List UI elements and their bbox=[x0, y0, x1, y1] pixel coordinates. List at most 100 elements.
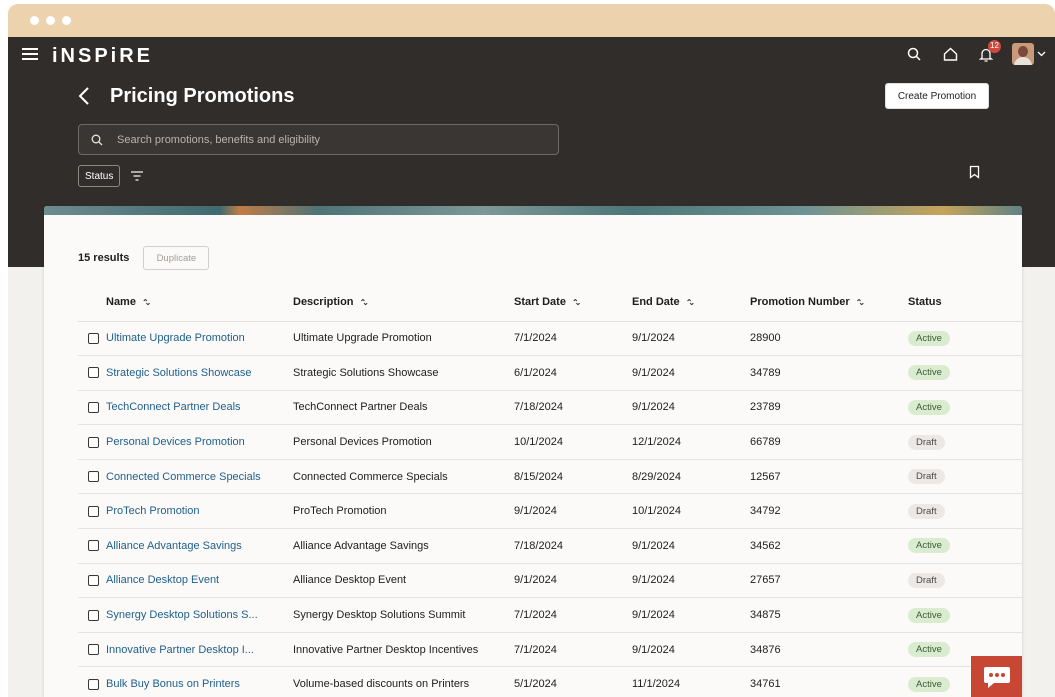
row-checkbox[interactable] bbox=[88, 402, 99, 414]
promotion-name-link[interactable]: Ultimate Upgrade Promotion bbox=[106, 332, 245, 344]
column-start-date-header[interactable]: Start Date ⌃⌄ bbox=[514, 284, 632, 322]
browser-window: iNSPiRE 12 Pricing Promotions Create Pro… bbox=[8, 4, 1055, 697]
sort-icon[interactable]: ⌃⌄ bbox=[142, 298, 152, 307]
row-checkbox[interactable] bbox=[88, 505, 99, 517]
description-cell: Ultimate Upgrade Promotion bbox=[293, 321, 514, 357]
promotion-name-link[interactable]: TechConnect Partner Deals bbox=[106, 401, 241, 413]
sort-icon[interactable]: ⌃⌄ bbox=[856, 298, 866, 307]
end-date-cell: 9/1/2024 bbox=[632, 632, 750, 668]
promotion-name-link[interactable]: Personal Devices Promotion bbox=[106, 436, 245, 448]
column-header-label: Start Date bbox=[514, 296, 566, 309]
user-menu[interactable] bbox=[1011, 43, 1047, 65]
promotion-number-cell: 34792 bbox=[750, 493, 908, 530]
name-cell: ProTech Promotion bbox=[78, 493, 293, 530]
end-date-cell: 10/1/2024 bbox=[632, 493, 750, 530]
sort-icon[interactable]: ⌃⌄ bbox=[572, 298, 582, 307]
promotions-table: Name ⌃⌄ Description ⌃⌄ Start Date ⌃⌄ End Date ⌃… bbox=[78, 284, 1022, 697]
create-promotion-button[interactable]: Create Promotion bbox=[885, 83, 989, 109]
bookmark-icon[interactable] bbox=[969, 165, 980, 184]
search-input[interactable] bbox=[117, 133, 537, 146]
window-dot[interactable] bbox=[46, 16, 55, 25]
status-badge: Active bbox=[908, 676, 950, 692]
row-checkbox[interactable] bbox=[88, 678, 99, 690]
sort-icon[interactable]: ⌃⌄ bbox=[360, 298, 370, 307]
description-cell: Innovative Partner Desktop Incentives bbox=[293, 632, 514, 668]
table-row: Connected Commerce Specials Connected Com… bbox=[78, 459, 1022, 495]
column-description-header[interactable]: Description ⌃⌄ bbox=[293, 284, 514, 322]
table-row: ProTech Promotion ProTech Promotion 9/1/20… bbox=[78, 493, 1022, 530]
description-cell: Alliance Advantage Savings bbox=[293, 528, 514, 564]
promotion-name-link[interactable]: Bulk Buy Bonus on Printers bbox=[106, 678, 240, 690]
promotion-name-link[interactable]: Alliance Advantage Savings bbox=[106, 540, 242, 552]
search-icon[interactable] bbox=[903, 43, 925, 65]
bell-icon[interactable]: 12 bbox=[975, 40, 1001, 65]
description-cell: Strategic Solutions Showcase bbox=[293, 355, 514, 391]
status-cell: Active bbox=[908, 355, 1022, 391]
window-titlebar bbox=[8, 4, 1055, 37]
window-dot[interactable] bbox=[62, 16, 71, 25]
table-row: Strategic Solutions Showcase Strategic So… bbox=[78, 355, 1022, 391]
page-title: Pricing Promotions bbox=[110, 84, 295, 107]
status-badge: Draft bbox=[908, 503, 945, 519]
row-checkbox[interactable] bbox=[88, 367, 99, 379]
status-filter-chip[interactable]: Status bbox=[78, 165, 121, 187]
column-promotion-number-header[interactable]: Promotion Number ⌃⌄ bbox=[750, 284, 908, 322]
page-header: Pricing Promotions bbox=[78, 84, 294, 108]
status-badge: Active bbox=[908, 399, 950, 415]
promotion-name-link[interactable]: Alliance Desktop Event bbox=[106, 574, 219, 586]
status-badge: Draft bbox=[908, 572, 945, 588]
app-bar-actions: 12 bbox=[903, 40, 1047, 65]
chevron-left-icon[interactable] bbox=[78, 84, 96, 108]
column-name-header[interactable]: Name ⌃⌄ bbox=[78, 284, 293, 322]
status-cell: Active bbox=[908, 528, 1022, 564]
name-cell: Alliance Desktop Event bbox=[78, 563, 293, 599]
row-checkbox[interactable] bbox=[88, 575, 99, 587]
hamburger-icon[interactable] bbox=[22, 48, 38, 62]
app-bar: iNSPiRE 12 bbox=[8, 37, 1055, 75]
promotion-name-link[interactable]: Connected Commerce Specials bbox=[106, 471, 261, 483]
column-end-date-header[interactable]: End Date ⌃⌄ bbox=[632, 284, 750, 322]
row-checkbox[interactable] bbox=[88, 436, 99, 448]
promotion-number-cell: 34789 bbox=[750, 355, 908, 391]
results-count: 15 results bbox=[78, 252, 130, 264]
sort-icon[interactable]: ⌃⌄ bbox=[686, 298, 696, 307]
row-checkbox[interactable] bbox=[88, 332, 99, 344]
row-checkbox[interactable] bbox=[88, 540, 99, 552]
column-header-label: Name bbox=[106, 296, 136, 309]
description-cell: Personal Devices Promotion bbox=[293, 424, 514, 460]
name-cell: Synergy Desktop Solutions S... bbox=[78, 597, 293, 633]
start-date-cell: 6/1/2024 bbox=[514, 355, 632, 391]
window-dot[interactable] bbox=[30, 16, 39, 25]
start-date-cell: 8/15/2024 bbox=[514, 459, 632, 495]
table-row: Bulk Buy Bonus on Printers Volume-based d… bbox=[78, 666, 1022, 697]
filter-icon[interactable] bbox=[130, 169, 144, 187]
end-date-cell: 8/29/2024 bbox=[632, 459, 750, 495]
row-checkbox[interactable] bbox=[88, 471, 99, 483]
table-row: Ultimate Upgrade Promotion Ultimate Upgra… bbox=[78, 321, 1022, 357]
description-cell: ProTech Promotion bbox=[293, 493, 514, 530]
chat-icon[interactable] bbox=[971, 656, 1022, 697]
promotion-name-link[interactable]: ProTech Promotion bbox=[106, 505, 200, 517]
start-date-cell: 9/1/2024 bbox=[514, 493, 632, 530]
promotion-name-link[interactable]: Strategic Solutions Showcase bbox=[106, 367, 252, 379]
status-cell: Draft bbox=[908, 424, 1022, 460]
name-cell: Bulk Buy Bonus on Printers bbox=[78, 666, 293, 697]
name-cell: Ultimate Upgrade Promotion bbox=[78, 321, 293, 357]
promotion-name-link[interactable]: Innovative Partner Desktop I... bbox=[106, 644, 254, 656]
status-cell: Draft bbox=[908, 493, 1022, 530]
name-cell: Connected Commerce Specials bbox=[78, 459, 293, 495]
home-icon[interactable] bbox=[939, 43, 961, 65]
status-cell: Draft bbox=[908, 459, 1022, 495]
table-row: Innovative Partner Desktop I... Innovativ… bbox=[78, 632, 1022, 668]
decorative-banner bbox=[44, 206, 1022, 215]
start-date-cell: 9/1/2024 bbox=[514, 563, 632, 599]
end-date-cell: 9/1/2024 bbox=[632, 563, 750, 599]
duplicate-button[interactable]: Duplicate bbox=[143, 246, 210, 270]
promotion-name-link[interactable]: Synergy Desktop Solutions S... bbox=[106, 609, 258, 621]
start-date-cell: 7/18/2024 bbox=[514, 528, 632, 564]
row-checkbox[interactable] bbox=[88, 609, 99, 621]
promotion-number-cell: 28900 bbox=[750, 321, 908, 357]
row-checkbox[interactable] bbox=[88, 644, 99, 656]
start-date-cell: 5/1/2024 bbox=[514, 666, 632, 697]
end-date-cell: 9/1/2024 bbox=[632, 597, 750, 633]
